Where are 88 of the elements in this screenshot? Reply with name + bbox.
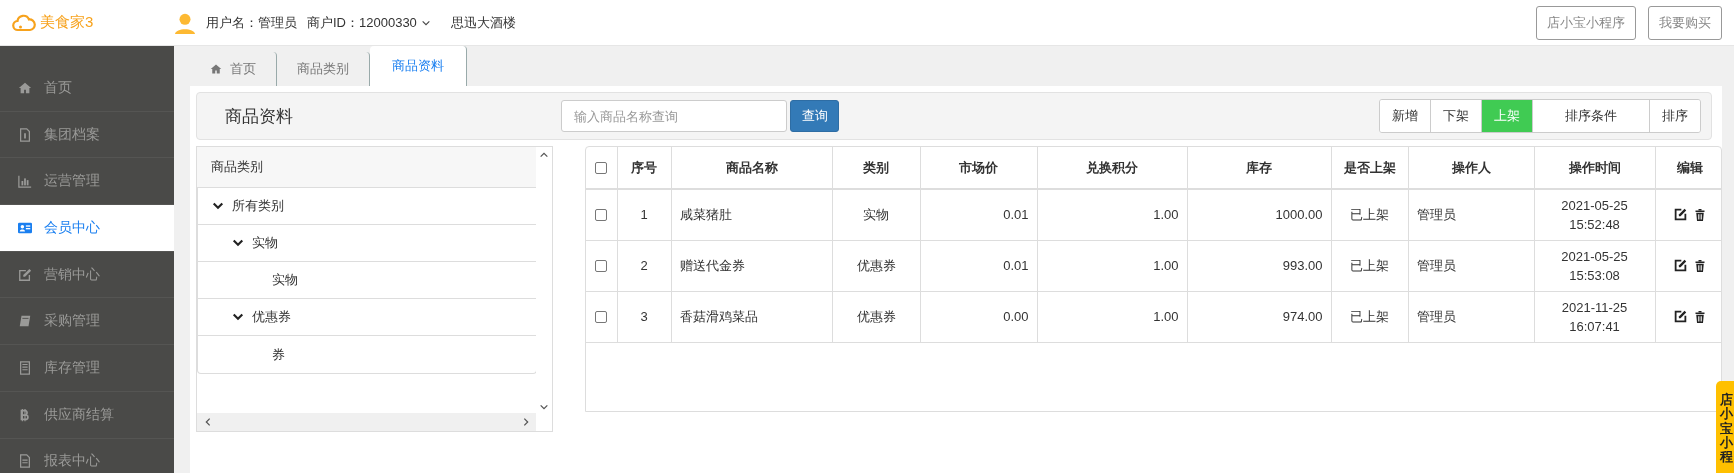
table-cell: 0.01 [920,189,1038,240]
cloud-logo-icon [12,12,36,33]
edit-icon[interactable] [1674,310,1688,323]
chevron-down-icon[interactable] [232,237,244,249]
table-cell: 0.01 [920,240,1038,291]
column-header: 操作人 [1408,147,1535,189]
toolbar-button[interactable]: 上架 [1482,100,1533,132]
tree-item[interactable]: 优惠券 [252,308,291,326]
edit-icon [18,267,32,282]
table-cell: 2021-11-25 16:07:41 [1534,291,1656,342]
chevron-down-icon[interactable] [212,200,224,212]
table-cell: 1.00 [1037,291,1188,342]
scroll-up-icon [539,150,550,160]
search-button[interactable]: 查询 [790,100,839,132]
table-cell: 赠送代金券 [671,240,833,291]
column-header: 序号 [617,147,672,189]
tree-item[interactable]: 实物 [252,234,278,252]
mini-program-side-tab[interactable]: 店小宝小程 [1716,381,1734,473]
chevron-down-icon[interactable] [232,311,244,323]
table-cell: 咸菜猪肚 [671,189,833,240]
column-header: 编辑 [1655,147,1721,189]
table-cell: 0.00 [920,291,1038,342]
table-cell: 1000.00 [1187,189,1332,240]
tab[interactable]: 商品资料 [370,46,467,86]
table-cell: 2021-05-25 15:53:08 [1534,240,1656,291]
search-field[interactable]: 输入商品名称查询 [561,100,787,132]
toolbar-button[interactable]: 下架 [1431,100,1482,132]
tree-item[interactable]: 实物 [272,271,298,289]
username-text: 用户名：管理员 [206,13,297,32]
bitcoin-icon [18,407,32,422]
checkbox[interactable] [595,310,608,323]
column-header: 操作时间 [1534,147,1656,189]
toolbar-button[interactable]: 新增 [1380,100,1431,132]
checkbox[interactable] [595,161,608,174]
store-name: 思迅大酒楼 [450,13,516,32]
page-title: 商品资料 [224,105,294,128]
purchase-button[interactable]: 我要购买 [1648,5,1722,40]
horizontal-scrollbar[interactable] [197,413,537,431]
table-cell: 2021-05-25 15:52:48 [1534,189,1656,240]
toolbar-button[interactable]: 排序 [1650,100,1700,132]
document-icon [18,454,32,469]
table-cell: 优惠券 [832,240,921,291]
table-cell: 974.00 [1187,291,1332,342]
bar-chart-icon [18,174,32,189]
merchant-dropdown[interactable]: 商户ID：12000330 [307,13,431,32]
tree-item[interactable]: 券 [272,345,285,364]
mini-program-button[interactable]: 店小宝小程序 [1536,5,1636,40]
table-cell: 管理员 [1408,189,1535,240]
id-card-icon [18,220,32,235]
toolbar-button[interactable]: 排序条件 [1533,100,1650,132]
book-icon [18,314,32,329]
document-icon [18,127,32,142]
tree-item[interactable]: 所有类别 [232,197,284,215]
scroll-left-icon [203,417,213,427]
trash-icon[interactable] [1694,207,1707,222]
scroll-right-icon [521,417,531,427]
trash-icon[interactable] [1694,258,1707,273]
column-header: 库存 [1187,147,1332,189]
column-header: 类别 [832,147,921,189]
column-header: 商品名称 [671,147,833,189]
edit-icon[interactable] [1674,208,1688,222]
table-cell: 993.00 [1187,240,1332,291]
table-cell: 已上架 [1331,291,1409,342]
table-cell: 已上架 [1331,240,1409,291]
checkbox[interactable] [595,208,608,221]
scroll-down-icon [539,402,550,412]
column-header: 市场价 [920,147,1038,189]
table-cell: 管理员 [1408,291,1535,342]
table-cell: 1.00 [1037,240,1188,291]
table-cell: 3 [617,291,672,342]
table-cell: 优惠券 [832,291,921,342]
app-logo-text: 美食家3 [40,13,94,32]
home-icon [18,80,32,95]
table-cell: 管理员 [1408,240,1535,291]
edit-icon[interactable] [1674,259,1688,272]
table-cell: 已上架 [1331,189,1409,240]
column-header: 是否上架 [1331,147,1409,189]
panel-title: 商品类别 [197,147,537,188]
table-cell: 实物 [832,189,921,240]
trash-icon[interactable] [1694,309,1707,324]
sidebar-item[interactable]: 会员中心 [0,205,174,252]
checkbox[interactable] [595,259,608,272]
table-cell: 1 [617,189,672,240]
table-cell: 2 [617,240,672,291]
column-header: 兑换积分 [1037,147,1188,189]
table-cell: 1.00 [1037,189,1188,240]
table-cell: 香菇滑鸡菜品 [671,291,833,342]
home-icon [210,63,222,75]
